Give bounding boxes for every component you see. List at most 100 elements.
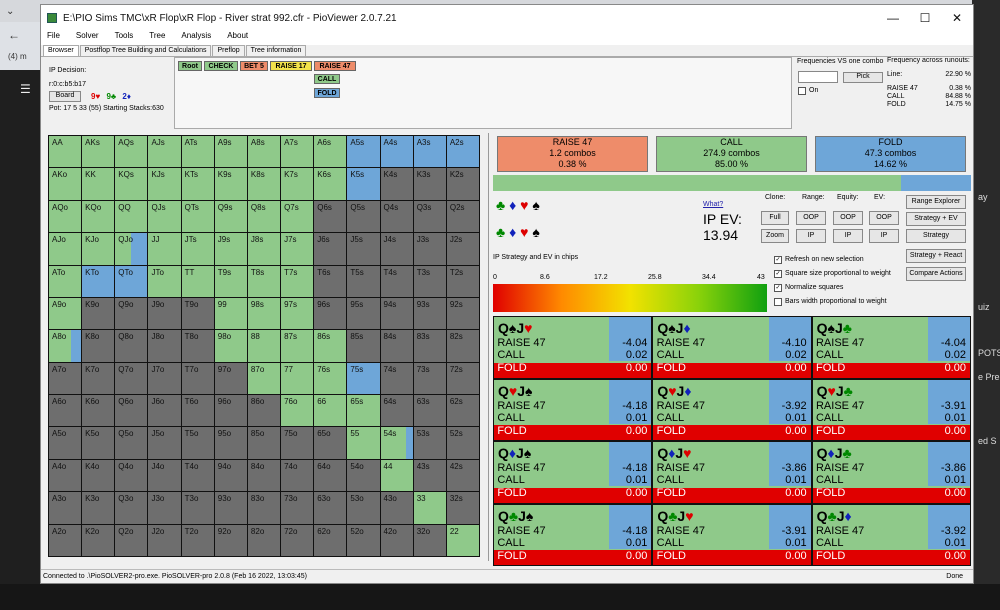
range-cell-Q7o[interactable]: Q7o — [115, 362, 148, 395]
back-icon[interactable]: ← — [8, 28, 20, 42]
range-cell-96o[interactable]: 96o — [214, 395, 247, 427]
range-cell-K9s[interactable]: K9s — [214, 168, 247, 200]
browser-menu-icon[interactable]: ⌄ — [6, 6, 14, 17]
action-raise-17[interactable]: RAISE 17 — [270, 61, 312, 71]
range-cell-AQs[interactable]: AQs — [115, 136, 148, 168]
combo-cell[interactable]: Q♠J♣ RAISE 47 -4.04 CALL 0.02 FOLD 0.00 — [812, 317, 970, 378]
range-cell-32o[interactable]: 32o — [413, 524, 446, 556]
range-cell-T6o[interactable]: T6o — [181, 395, 214, 427]
range-cell-82o[interactable]: 82o — [247, 524, 281, 556]
range-cell-42s[interactable]: 42s — [446, 459, 479, 492]
range-cell-94s[interactable]: 94s — [380, 297, 413, 330]
combo-cell[interactable]: Q♣J♥ RAISE 47 -3.91 CALL 0.01 FOLD 0.00 — [653, 504, 811, 565]
ev-ip-button[interactable]: IP — [869, 229, 899, 243]
range-cell-87s[interactable]: 87s — [281, 330, 314, 362]
range-cell-54s[interactable]: 54s — [380, 427, 413, 459]
range-cell-A7s[interactable]: A7s — [281, 136, 314, 168]
range-cell-73s[interactable]: 73s — [413, 362, 446, 395]
range-cell-ATo[interactable]: ATo — [49, 265, 82, 297]
range-cell-KTs[interactable]: KTs — [181, 168, 214, 200]
range-cell-74o[interactable]: 74o — [281, 459, 314, 492]
range-cell-43o[interactable]: 43o — [380, 492, 413, 524]
range-cell-A9o[interactable]: A9o — [49, 297, 82, 330]
range-cell-94o[interactable]: 94o — [214, 459, 247, 492]
range-cell-J2s[interactable]: J2s — [446, 233, 479, 265]
range-cell-AJs[interactable]: AJs — [148, 136, 181, 168]
range-cell-77[interactable]: 77 — [281, 362, 314, 395]
range-cell-A3o[interactable]: A3o — [49, 492, 82, 524]
range-cell-J4s[interactable]: J4s — [380, 233, 413, 265]
range-cell-54o[interactable]: 54o — [347, 459, 380, 492]
range-cell-64o[interactable]: 64o — [314, 459, 347, 492]
range-cell-85o[interactable]: 85o — [247, 427, 281, 459]
range-cell-TT[interactable]: TT — [181, 265, 214, 297]
range-cell-86o[interactable]: 86o — [247, 395, 281, 427]
range-cell-T4s[interactable]: T4s — [380, 265, 413, 297]
range-cell-K3o[interactable]: K3o — [82, 492, 115, 524]
combo-cell[interactable]: Q♥J♣ RAISE 47 -3.91 CALL 0.01 FOLD 0.00 — [812, 379, 970, 440]
action-call[interactable]: CALL — [314, 74, 340, 84]
option-checkbox-1[interactable]: ✓ — [774, 256, 782, 264]
range-cell-QQ[interactable]: QQ — [115, 200, 148, 233]
combo-cell[interactable]: Q♠J♥ RAISE 47 -4.04 CALL 0.02 FOLD 0.00 — [494, 317, 652, 378]
range-cell-95o[interactable]: 95o — [214, 427, 247, 459]
range-cell-KQo[interactable]: KQo — [82, 200, 115, 233]
combo-cell[interactable]: Q♥J♠ RAISE 47 -4.18 CALL 0.01 FOLD 0.00 — [494, 379, 652, 440]
range-cell-T3s[interactable]: T3s — [413, 265, 446, 297]
range-cell-KJs[interactable]: KJs — [148, 168, 181, 200]
range-cell-T2o[interactable]: T2o — [181, 524, 214, 556]
hearts-filter-icon[interactable]: ♥ — [520, 197, 528, 213]
combo-cell[interactable]: Q♣J♦ RAISE 47 -3.92 CALL 0.01 FOLD 0.00 — [812, 504, 970, 565]
range-cell-86s[interactable]: 86s — [314, 330, 347, 362]
equity-oop-button[interactable]: OOP — [833, 211, 863, 225]
combo-input[interactable] — [798, 71, 838, 83]
range-cell-96s[interactable]: 96s — [314, 297, 347, 330]
range-cell-K5o[interactable]: K5o — [82, 427, 115, 459]
on-checkbox[interactable] — [798, 87, 806, 95]
range-cell-K6s[interactable]: K6s — [314, 168, 347, 200]
range-cell-KTo[interactable]: KTo — [82, 265, 115, 297]
browser-tab-label[interactable]: (4) m — [8, 52, 27, 61]
strategy-ev-button[interactable]: Strategy + EV — [906, 212, 966, 226]
menu-analysis[interactable]: Analysis — [181, 31, 211, 45]
menu-solver[interactable]: Solver — [76, 31, 99, 45]
range-cell-44[interactable]: 44 — [380, 459, 413, 492]
combo-cell[interactable]: Q♠J♦ RAISE 47 -4.10 CALL 0.02 FOLD 0.00 — [653, 317, 811, 378]
range-cell-K2s[interactable]: K2s — [446, 168, 479, 200]
range-cell-A2o[interactable]: A2o — [49, 524, 82, 556]
range-cell-92o[interactable]: 92o — [214, 524, 247, 556]
range-cell-K4s[interactable]: K4s — [380, 168, 413, 200]
range-cell-22[interactable]: 22 — [446, 524, 479, 556]
range-cell-A7o[interactable]: A7o — [49, 362, 82, 395]
range-cell-75o[interactable]: 75o — [281, 427, 314, 459]
range-cell-92s[interactable]: 92s — [446, 297, 479, 330]
clubs-filter-icon[interactable]: ♣ — [496, 197, 505, 213]
range-cell-J5o[interactable]: J5o — [148, 427, 181, 459]
range-cell-99[interactable]: 99 — [214, 297, 247, 330]
range-cell-62o[interactable]: 62o — [314, 524, 347, 556]
range-cell-K7s[interactable]: K7s — [281, 168, 314, 200]
range-cell-55[interactable]: 55 — [347, 427, 380, 459]
equity-ip-button[interactable]: IP — [833, 229, 863, 243]
range-cell-K4o[interactable]: K4o — [82, 459, 115, 492]
range-cell-A2s[interactable]: A2s — [446, 136, 479, 168]
range-cell-63s[interactable]: 63s — [413, 395, 446, 427]
range-cell-Q3o[interactable]: Q3o — [115, 492, 148, 524]
range-cell-K2o[interactable]: K2o — [82, 524, 115, 556]
range-cell-Q6o[interactable]: Q6o — [115, 395, 148, 427]
range-cell-JTs[interactable]: JTs — [181, 233, 214, 265]
range-cell-A5s[interactable]: A5s — [347, 136, 380, 168]
range-cell-Q8o[interactable]: Q8o — [115, 330, 148, 362]
diamonds-filter-icon[interactable]: ♦ — [509, 224, 516, 240]
what-link[interactable]: What? — [703, 201, 723, 208]
range-cell-82s[interactable]: 82s — [446, 330, 479, 362]
range-cell-KK[interactable]: KK — [82, 168, 115, 200]
range-cell-T9o[interactable]: T9o — [181, 297, 214, 330]
spades-filter-icon[interactable]: ♠ — [532, 197, 539, 213]
range-explorer-button[interactable]: Range Explorer — [906, 195, 966, 209]
range-cell-95s[interactable]: 95s — [347, 297, 380, 330]
range-cell-AQo[interactable]: AQo — [49, 200, 82, 233]
range-cell-88[interactable]: 88 — [247, 330, 281, 362]
range-cell-83s[interactable]: 83s — [413, 330, 446, 362]
menu-about[interactable]: About — [227, 31, 248, 45]
